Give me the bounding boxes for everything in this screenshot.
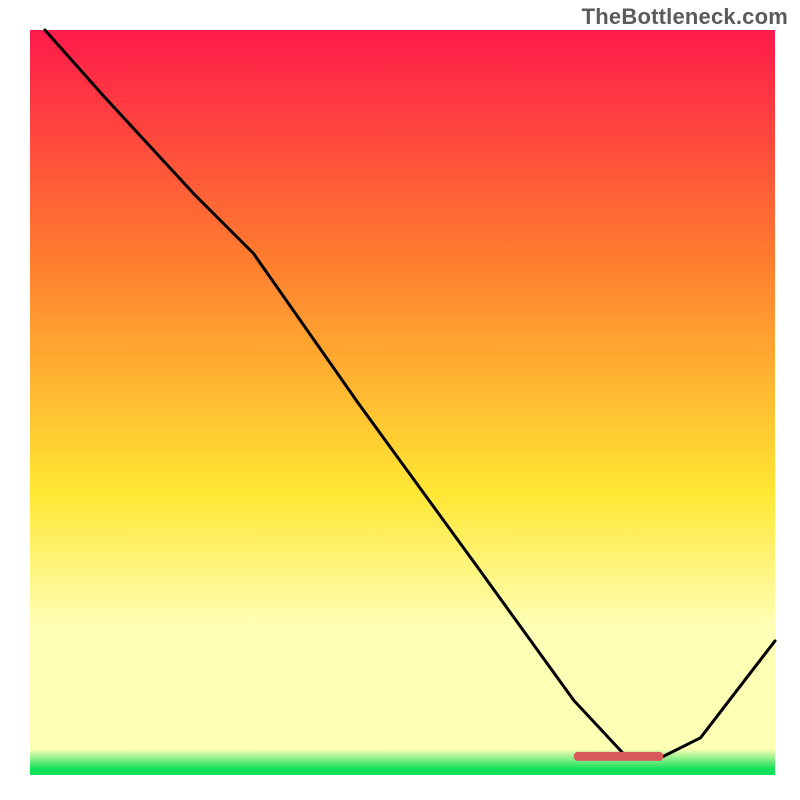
plot-background [30, 30, 775, 775]
bottleneck-chart [0, 0, 800, 800]
chart-stage: TheBottleneck.com [0, 0, 800, 800]
optimal-range-marker [574, 752, 663, 761]
